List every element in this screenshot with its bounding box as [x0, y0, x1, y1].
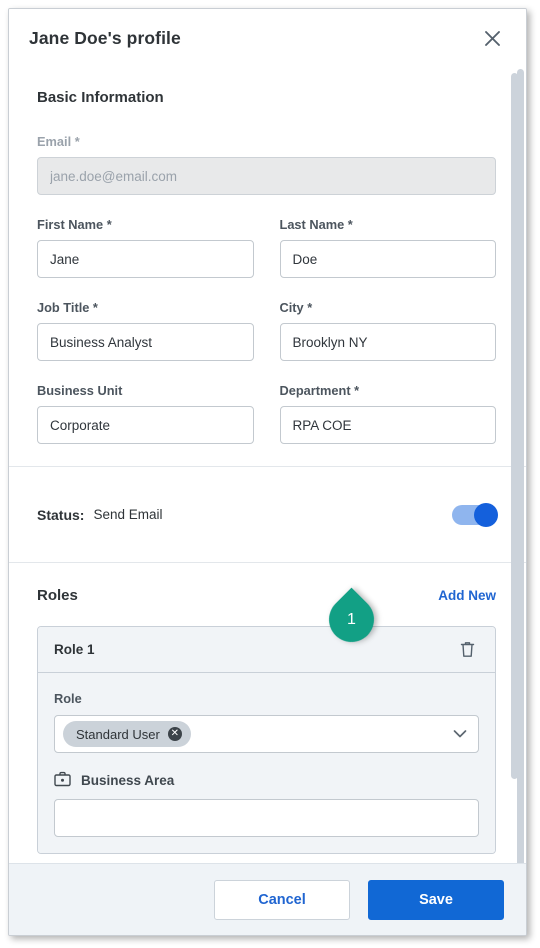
business-area-label: Business Area [81, 773, 175, 788]
status-label: Status: [37, 506, 85, 523]
roles-header: Roles Add New [37, 587, 496, 604]
field-business-unit: Business Unit [37, 383, 254, 444]
role-card-title: Role 1 [54, 642, 95, 657]
role-field-label: Role [54, 691, 82, 706]
trash-icon-glyph [460, 642, 474, 657]
dialog-scrollbar[interactable] [517, 69, 524, 863]
screen: Jane Doe's profile Basic Information Ema… [0, 0, 540, 948]
name-row: First Name * Last Name * [37, 217, 496, 278]
business-unit-input[interactable] [37, 406, 254, 444]
city-label: City * [279, 300, 313, 315]
status-value: Send Email [93, 507, 163, 522]
business-area-input[interactable] [54, 799, 479, 837]
roles-section: Roles Add New Role 1 Role Standard User … [9, 563, 526, 854]
field-first-name: First Name * [37, 217, 254, 278]
chevron-down-icon [453, 730, 467, 739]
trash-icon[interactable] [455, 638, 479, 662]
city-input[interactable] [279, 323, 496, 361]
close-icon[interactable] [478, 24, 506, 52]
add-new-role-button[interactable]: Add New [438, 588, 496, 603]
roles-heading: Roles [37, 587, 78, 604]
field-department: Department * [279, 383, 496, 444]
briefcase-icon-glyph [54, 771, 71, 787]
email-label: Email * [37, 134, 80, 149]
dialog-body: Basic Information Email * First Name * [9, 67, 526, 863]
field-job-title: Job Title * [37, 300, 254, 361]
dialog-footer: Cancel Save [9, 863, 526, 935]
first-name-input[interactable] [37, 240, 254, 278]
last-name-label: Last Name * [279, 217, 353, 232]
email-field [37, 157, 496, 195]
basic-information-heading: Basic Information [37, 89, 164, 106]
job-city-row: Job Title * City * [37, 300, 496, 361]
last-name-input[interactable] [279, 240, 496, 278]
role-card: Role 1 Role Standard User ✕ Business Are… [37, 626, 496, 854]
save-button[interactable]: Save [368, 879, 504, 920]
field-email: Email * [37, 134, 496, 195]
cancel-button[interactable]: Cancel [214, 879, 350, 920]
page-title: Jane Doe's profile [29, 27, 181, 48]
basic-information-section: Basic Information Email * First Name * [9, 67, 526, 467]
role-card-body: Role Standard User ✕ Business Area [38, 673, 495, 853]
department-label: Department * [279, 383, 360, 398]
job-title-label: Job Title * [37, 300, 98, 315]
scroll-content: Basic Information Email * First Name * [9, 67, 526, 863]
chevron-down-icon-glyph [453, 730, 467, 738]
role-chip-label: Standard User [76, 726, 160, 742]
role-chip: Standard User ✕ [63, 721, 191, 747]
role-select[interactable]: Standard User ✕ [54, 715, 479, 753]
send-email-toggle[interactable] [452, 502, 498, 527]
chip-remove-icon[interactable]: ✕ [167, 727, 182, 741]
business-area-label-row: Business Area [54, 771, 479, 790]
department-input[interactable] [279, 406, 496, 444]
job-title-input[interactable] [37, 323, 254, 361]
profile-dialog: Jane Doe's profile Basic Information Ema… [8, 8, 527, 936]
role-card-header: Role 1 [38, 627, 495, 673]
close-icon-glyph [484, 30, 500, 46]
first-name-label: First Name * [37, 217, 112, 232]
field-city: City * [279, 300, 496, 361]
briefcase-icon [54, 771, 71, 790]
toggle-knob [474, 502, 498, 527]
dialog-header: Jane Doe's profile [9, 9, 526, 67]
unit-department-row: Business Unit Department * [37, 383, 496, 444]
business-unit-label: Business Unit [37, 383, 123, 398]
status-section: Status: Send Email [9, 467, 526, 563]
field-last-name: Last Name * [279, 217, 496, 278]
